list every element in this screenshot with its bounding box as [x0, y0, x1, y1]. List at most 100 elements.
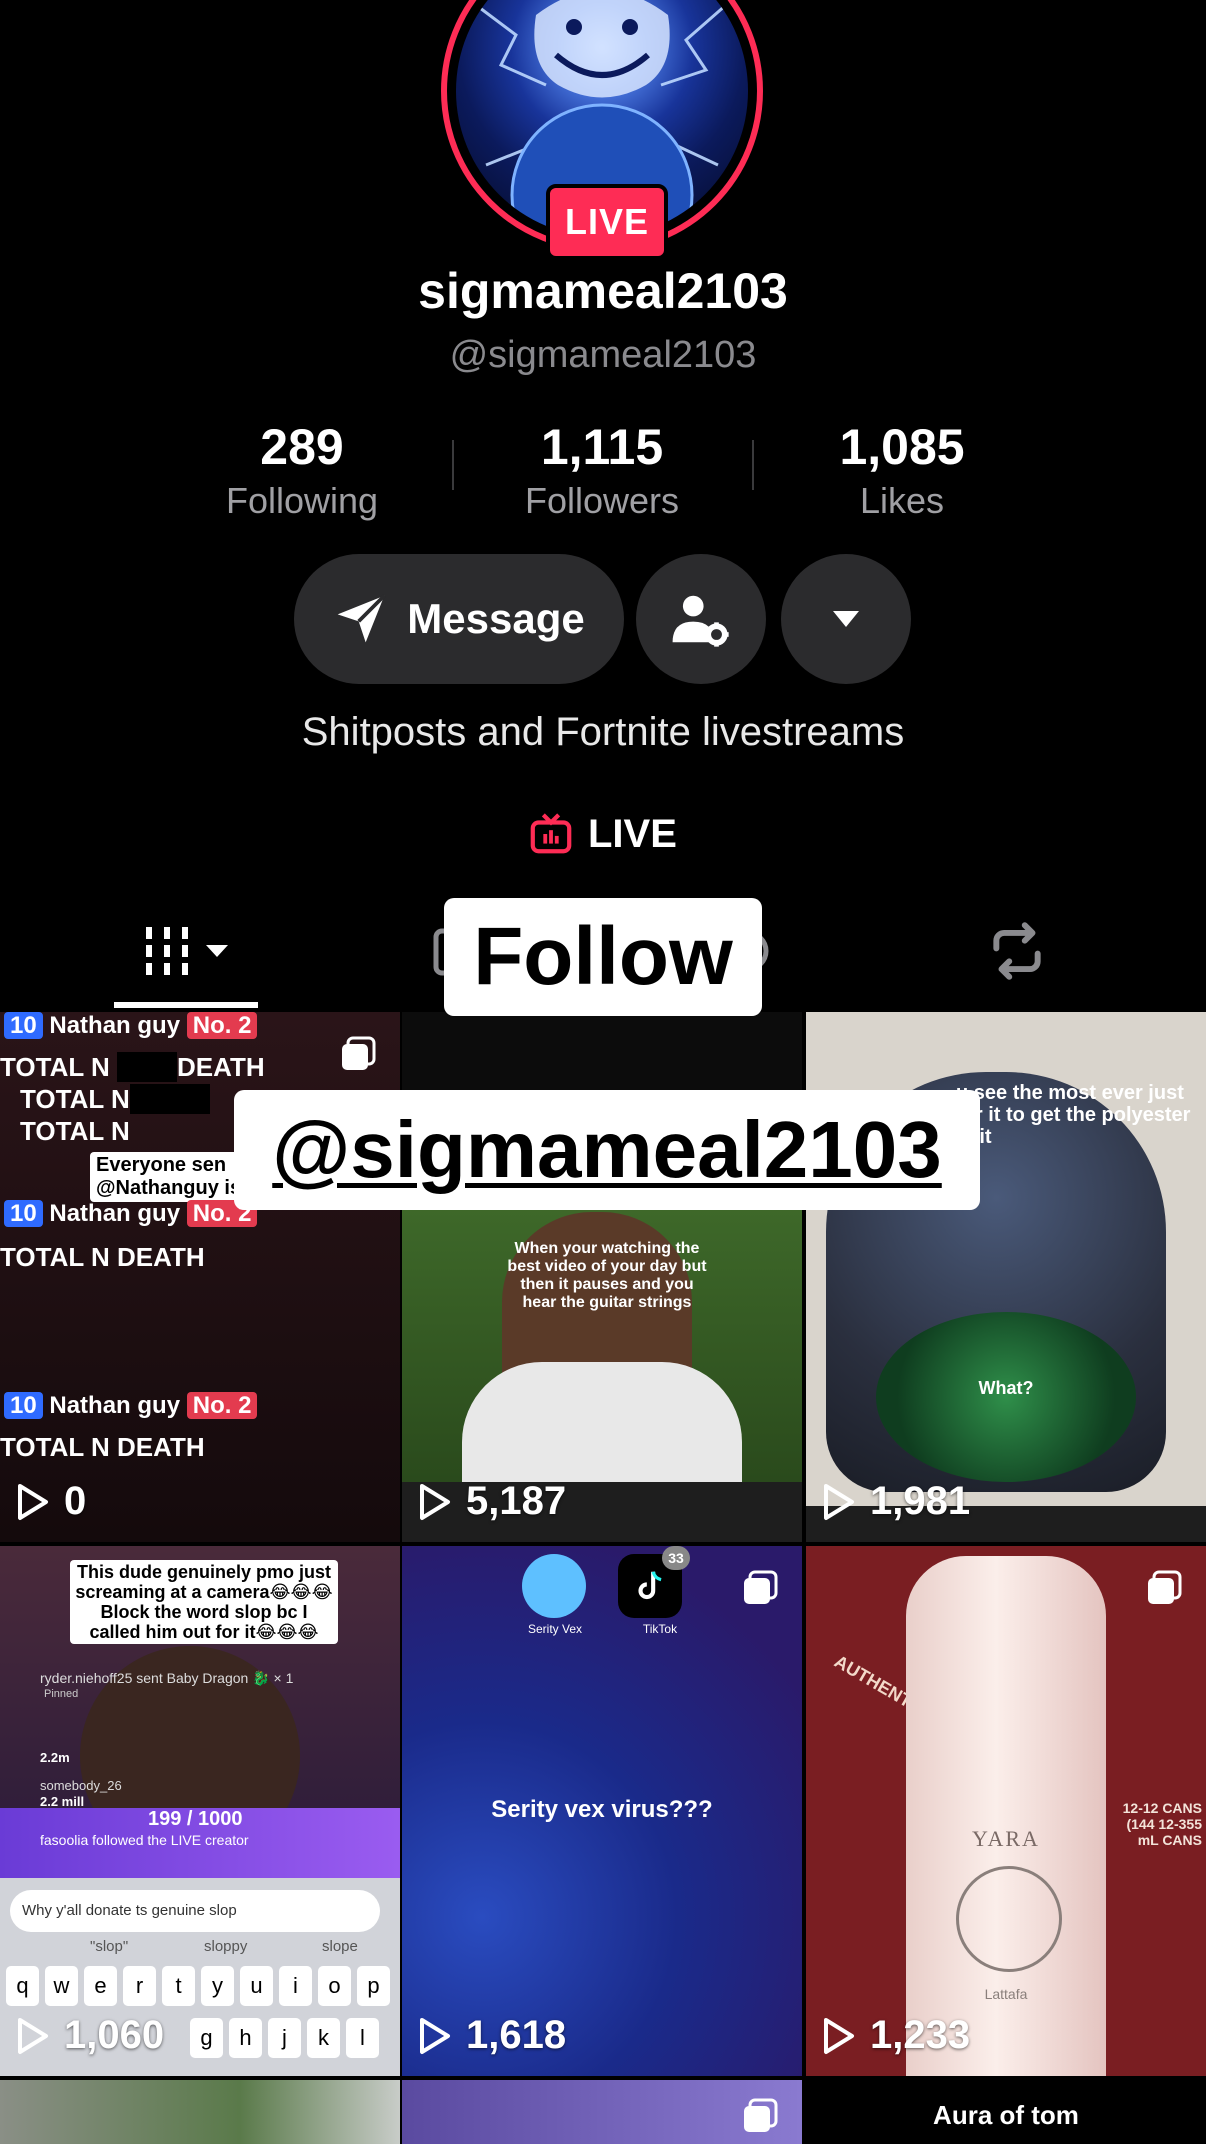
video-thumbnail[interactable]: Aura of tom — [806, 2080, 1206, 2144]
key[interactable]: t — [162, 1966, 195, 2006]
thumb-line-a: TOTAL N — [0, 1432, 110, 1462]
play-icon — [18, 2017, 48, 2054]
chat-bubble: Everyone sen @Nathanguy is — [90, 1152, 248, 1202]
play-icon — [420, 1483, 450, 1520]
keyboard-row-2: g h j k l — [190, 2018, 379, 2058]
chat-line-a: Everyone sen — [96, 1154, 227, 1176]
stat-followers-value: 1,115 — [540, 419, 664, 475]
multi-photo-icon — [1148, 1570, 1182, 1604]
stat-likes[interactable]: 1,085 Likes — [772, 418, 1032, 522]
message-label: Message — [407, 595, 585, 642]
redaction — [129, 1084, 210, 1114]
more-options-button[interactable] — [781, 554, 911, 684]
key[interactable]: u — [240, 1966, 273, 2006]
key[interactable]: l — [346, 2018, 379, 2058]
video-thumbnail[interactable] — [0, 2080, 400, 2144]
no-badge: No. 2 — [186, 1392, 258, 1419]
thumb-badge: 10 Nathan guy No. 2 — [4, 1200, 258, 1228]
box-cans-text: 12-12 CANS (144 12-355 mL CANS — [1122, 1800, 1202, 1848]
friend-settings-button[interactable] — [636, 554, 766, 684]
brand-label: YARA — [972, 1826, 1040, 1851]
handle-overlay: @sigmameal2103 — [234, 1090, 980, 1210]
no-badge: No. 2 — [186, 1012, 258, 1039]
message-button[interactable]: Message — [294, 554, 624, 684]
chat-user: somebody_26 — [40, 1778, 122, 1793]
video-caption: Serity vex virus??? — [491, 1796, 713, 1823]
key[interactable]: i — [279, 1966, 312, 2006]
suggestion: "slop" — [90, 1938, 129, 1955]
stat-following-label: Following — [225, 480, 379, 521]
thumb-line-a: TOTAL N — [20, 1116, 130, 1146]
play-icon — [824, 2017, 854, 2054]
key[interactable]: r — [123, 1966, 156, 2006]
tv-live-icon — [530, 813, 572, 854]
stat-likes-value: 1,085 — [839, 419, 965, 475]
stat-following-value: 289 — [260, 419, 344, 475]
handle: @sigmameal2103 — [449, 334, 757, 376]
thumb-line: TOTAL N DEATH — [0, 1242, 205, 1273]
multi-photo-icon — [342, 1036, 376, 1070]
key[interactable]: o — [318, 1966, 351, 2006]
stat-divider — [752, 440, 754, 490]
rank-badge: 10 — [4, 1392, 43, 1419]
viewer-count-a: 2.2m — [40, 1750, 70, 1765]
stat-followers[interactable]: 1,115 Followers — [472, 418, 732, 522]
bio: Shitposts and Fortnite livestreams — [301, 710, 905, 754]
thumb-line-b: DEATH — [177, 1052, 265, 1082]
video-caption: Aura of tom — [933, 2100, 1079, 2130]
serity-vex-app-icon — [522, 1554, 586, 1618]
key[interactable]: h — [229, 2018, 262, 2058]
live-link-label: LIVE — [588, 811, 677, 856]
thumb-line-a: TOTAL N — [20, 1084, 130, 1114]
view-count: 5,187 — [418, 1479, 566, 1524]
followed-text: fasoolia followed the LIVE creator — [40, 1832, 249, 1848]
progress-text: 199 / 1000 — [148, 1808, 243, 1830]
maker-label: Lattafa — [984, 1986, 1028, 2002]
thumbnail-shirt — [462, 1362, 742, 1482]
view-count: 1,060 — [16, 2013, 164, 2058]
view-count-value: 0 — [64, 1479, 87, 1523]
key[interactable]: q — [6, 1966, 39, 2006]
live-badge[interactable]: LIVE — [546, 184, 668, 260]
play-icon — [420, 2017, 450, 2054]
tab-videos[interactable] — [142, 920, 234, 982]
tab-reposts[interactable] — [984, 920, 1050, 982]
key[interactable]: j — [268, 2018, 301, 2058]
thumb-line-a: TOTAL N — [0, 1242, 110, 1272]
video-thumbnail[interactable]: This dude genuinely pmo just screaming a… — [0, 1546, 400, 2076]
stat-followers-label: Followers — [524, 480, 680, 521]
app-label: Serity Vex — [527, 1622, 583, 1636]
thumb-line: TOTAL N — [20, 1084, 210, 1115]
key[interactable]: w — [45, 1966, 78, 2006]
badge-name: Nathan guy — [49, 1012, 181, 1039]
live-link[interactable]: LIVE — [528, 804, 677, 864]
video-caption: u see the most ever just for it to get t… — [956, 1082, 1191, 1148]
viewer-count-b: 2.2 mill — [40, 1794, 85, 1809]
view-count-value: 1,618 — [466, 2013, 567, 2057]
view-count: 0 — [16, 1479, 86, 1524]
video-thumbnail[interactable]: Serity Vex 33 TikTok Serity vex virus???… — [402, 1546, 802, 2076]
tiktok-icon — [638, 1571, 662, 1600]
redaction — [117, 1052, 178, 1082]
grid-icon — [146, 927, 228, 975]
send-icon — [337, 594, 386, 643]
suggestion: sloppy — [204, 1938, 248, 1955]
thumb-line-b: DEATH — [117, 1432, 205, 1462]
key[interactable]: g — [190, 2018, 223, 2058]
play-icon — [824, 1483, 854, 1520]
follow-button[interactable]: Follow — [444, 898, 762, 1016]
pinned-label: Pinned — [44, 1688, 79, 1700]
video-thumbnail[interactable]: AUTHENTIC BLE 12-12 CANS (144 12-355 mL … — [806, 1546, 1206, 2076]
keyboard-row-1: q w e r t y u i o p — [6, 1966, 390, 2006]
badge-name: Nathan guy — [49, 1392, 181, 1419]
key[interactable]: k — [307, 2018, 340, 2058]
key[interactable]: e — [84, 1966, 117, 2006]
key[interactable]: y — [201, 1966, 234, 2006]
display-name: sigmameal2103 — [418, 263, 788, 319]
video-thumbnail[interactable] — [402, 2080, 802, 2144]
stat-following[interactable]: 289 Following — [172, 418, 432, 522]
thumb-line-a: TOTAL N — [0, 1052, 110, 1082]
notification-badge: 33 — [662, 1546, 690, 1570]
key[interactable]: p — [357, 1966, 390, 2006]
thumb-line-b: DEATH — [117, 1242, 205, 1272]
